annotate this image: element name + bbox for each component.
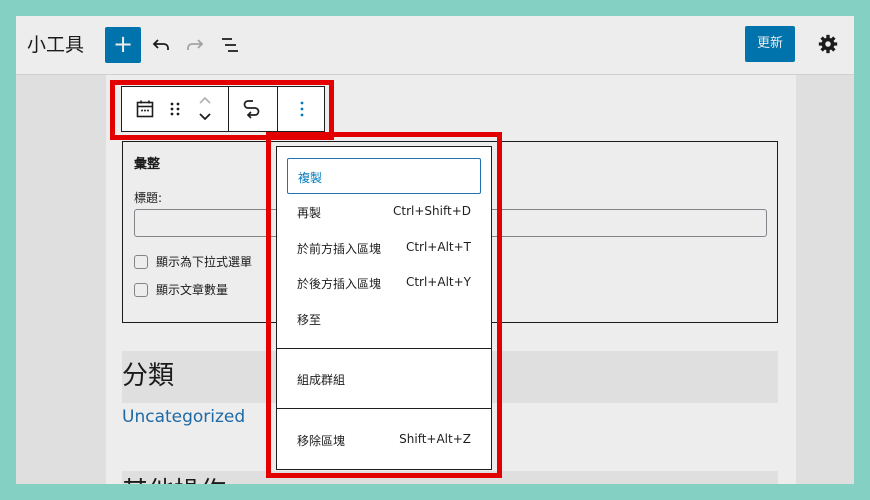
dropdown-checkbox-row[interactable]: 顯示為下拉式選單 [134, 253, 252, 271]
category-link[interactable]: Uncategorized [122, 407, 245, 427]
menu-item-label: 於前方插入區塊 [297, 242, 382, 256]
dropdown-checkbox-label: 顯示為下拉式選單 [156, 255, 253, 269]
menu-item-label: 移除區塊 [297, 434, 346, 448]
move-down-icon[interactable] [196, 110, 214, 124]
menu-item-duplicate[interactable]: 再製 Ctrl+Shift+D [287, 194, 481, 230]
top-toolbar: 小工具 + 更新 [16, 16, 854, 75]
menu-item-remove-block[interactable]: 移除區塊 Shift+Alt+Z [287, 422, 481, 458]
list-view-icon[interactable] [218, 33, 242, 57]
menu-item-shortcut: Ctrl+Shift+D [393, 204, 471, 218]
menu-item-shortcut: Ctrl+Alt+T [405, 240, 471, 254]
menu-item-label: 移至 [297, 313, 322, 327]
more-actions-heading: 其他操作 [122, 471, 226, 484]
categories-heading: 分類 [122, 361, 175, 391]
menu-item-label: 於後方插入區塊 [297, 277, 382, 291]
calendar-icon[interactable] [135, 99, 155, 119]
menu-item-insert-before[interactable]: 於前方插入區塊 Ctrl+Alt+T [287, 230, 481, 266]
toolbar-separator [277, 87, 278, 131]
add-block-button[interactable]: + [105, 27, 141, 63]
page-title: 小工具 [27, 34, 85, 56]
post-count-checkbox-row[interactable]: 顯示文章數量 [134, 281, 228, 299]
menu-item-copy[interactable]: 複製 [287, 158, 481, 194]
move-up-icon[interactable] [196, 93, 214, 107]
menu-item-label: 再製 [297, 206, 322, 220]
menu-item-move-to[interactable]: 移至 [287, 301, 481, 337]
menu-item-label: 複製 [298, 171, 323, 185]
toolbar-separator [228, 87, 229, 131]
redo-icon[interactable] [183, 33, 207, 57]
menu-separator [277, 408, 491, 409]
menu-separator [277, 348, 491, 349]
transform-icon[interactable] [241, 98, 263, 120]
drag-handle-icon[interactable] [166, 100, 184, 118]
post-count-checkbox[interactable] [134, 282, 148, 297]
menu-item-label: 組成群組 [297, 373, 346, 387]
dropdown-checkbox[interactable] [134, 254, 148, 269]
menu-item-shortcut: Ctrl+Alt+Y [405, 275, 471, 289]
undo-icon[interactable] [149, 33, 173, 57]
title-field-label: 標題: [134, 191, 163, 205]
update-button[interactable]: 更新 [745, 26, 795, 62]
menu-item-insert-after[interactable]: 於後方插入區塊 Ctrl+Alt+Y [287, 265, 481, 301]
menu-item-shortcut: Shift+Alt+Z [399, 432, 471, 446]
more-options-icon[interactable] [292, 99, 312, 119]
post-count-checkbox-label: 顯示文章數量 [156, 283, 229, 297]
widget-title: 彙整 [134, 157, 161, 172]
block-options-menu: 複製 再製 Ctrl+Shift+D 於前方插入區塊 Ctrl+Alt+T 於後… [276, 146, 492, 470]
menu-item-group[interactable]: 組成群組 [287, 361, 481, 397]
gear-icon[interactable] [817, 33, 839, 55]
block-toolbar [121, 86, 325, 132]
